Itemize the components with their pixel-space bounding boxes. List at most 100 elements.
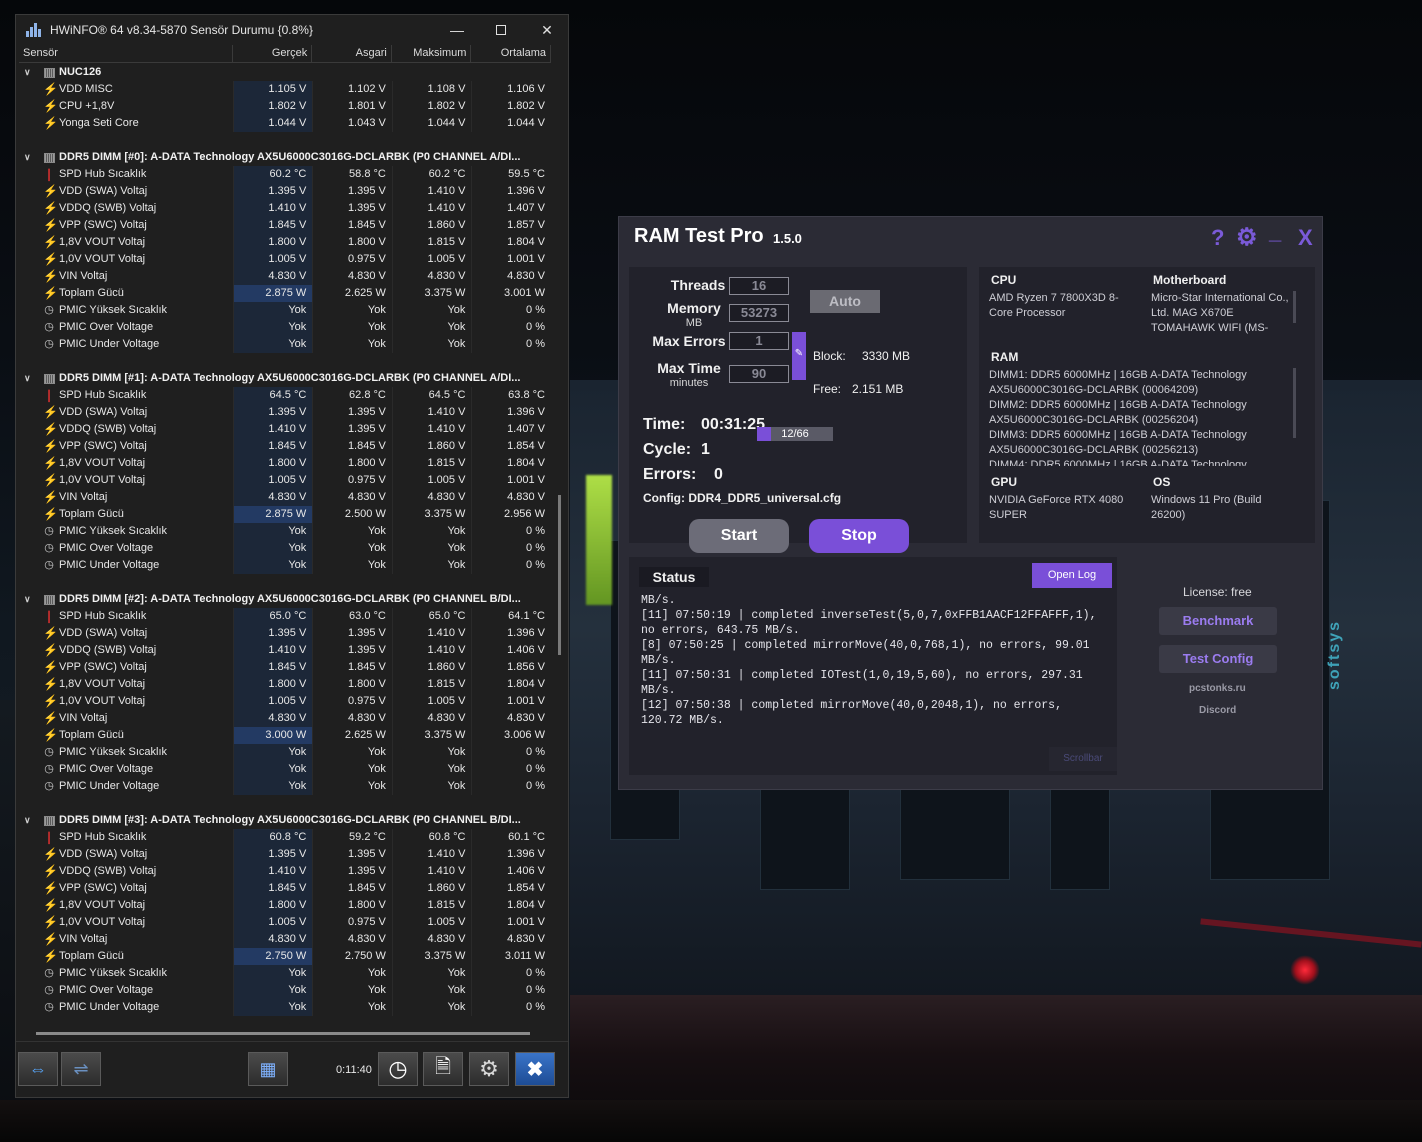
- sensor-row[interactable]: ⚡ 1,8V VOUT Voltaj 1.800 V 1.800 V 1.815 V 1.…: [19, 676, 551, 693]
- sensor-row[interactable]: ⚡ VDDQ (SWB) Voltaj 1.410 V 1.395 V 1.410 V1…: [19, 200, 551, 217]
- max-errors-input[interactable]: 1: [729, 332, 789, 350]
- settings-button[interactable]: ⚙: [469, 1052, 509, 1086]
- sensor-current-value: 1.005 V: [232, 472, 313, 489]
- hwinfo-titlebar[interactable]: HWiNFO® 64 v8.34-5870 Sensör Durumu {0.8…: [16, 15, 568, 45]
- sensor-row[interactable]: ⚡ VPP (SWC) Voltaj 1.845 V 1.845 V 1.860 V 1.…: [19, 880, 551, 897]
- sensor-row[interactable]: ⚡ 1,0V VOUT Voltaj 1.005 V 0.975 V 1.005 V 1.…: [19, 693, 551, 710]
- edit-limits-button[interactable]: ✎: [792, 332, 806, 380]
- sensor-group-row[interactable]: ∨ DDR5 DIMM [#2]: A-DATA Technology AX5U6…: [19, 591, 551, 608]
- gear-icon[interactable]: ⚙: [1236, 223, 1258, 252]
- column-header-maximum[interactable]: Maksimum: [392, 45, 472, 62]
- test-config-button[interactable]: Test Config: [1159, 645, 1277, 673]
- site-link[interactable]: pcstonks.ru: [1189, 683, 1246, 694]
- sensor-row[interactable]: ⚡ Toplam Gücü 2.875 W 2.500 W 3.375 W 2.956 W: [19, 506, 551, 523]
- reset-timer-button[interactable]: ◷: [378, 1052, 418, 1086]
- discord-link[interactable]: Discord: [1199, 705, 1236, 716]
- memory-input[interactable]: 53273: [729, 304, 789, 322]
- sensor-row[interactable]: ◷ PMIC Under Voltage Yok Yok Yok 0 %: [19, 999, 551, 1016]
- column-header-average[interactable]: Ortalama: [471, 45, 551, 62]
- column-header-current[interactable]: Gerçek: [233, 45, 313, 62]
- sensor-row[interactable]: ◷ PMIC Yüksek Sıcaklık Yok Yok Yok 0 %: [19, 744, 551, 761]
- sensor-row[interactable]: ⚡ 1,8V VOUT Voltaj 1.800 V 1.800 V 1.815 V 1.…: [19, 234, 551, 251]
- stop-button[interactable]: Stop: [809, 519, 909, 553]
- sensor-row[interactable]: ❘ SPD Hub Sıcaklık 64.5 °C 62.8 °C 64.5 °C 63…: [19, 387, 551, 404]
- sensor-row[interactable]: ⚡ VDDQ (SWB) Voltaj 1.410 V 1.395 V 1.410 V1…: [19, 421, 551, 438]
- sensor-row[interactable]: ◷ PMIC Over Voltage Yok Yok Yok 0 %: [19, 761, 551, 778]
- sensor-row[interactable]: ⚡ 1,0V VOUT Voltaj 1.005 V 0.975 V 1.005 V 1.…: [19, 251, 551, 268]
- benchmark-button[interactable]: Benchmark: [1159, 607, 1277, 635]
- sensor-row[interactable]: ⚡ VDD (SWA) Voltaj 1.395 V 1.395 V 1.410 V 1.…: [19, 404, 551, 421]
- ram-scrollbar[interactable]: [1293, 368, 1296, 438]
- sensor-row[interactable]: ❘ SPD Hub Sıcaklık 60.2 °C 58.8 °C 60.2 °C 59…: [19, 166, 551, 183]
- close-sensors-button[interactable]: ✖: [515, 1052, 555, 1086]
- sensor-group-row[interactable]: ∨ DDR5 DIMM [#0]: A-DATA Technology AX5U6…: [19, 149, 551, 166]
- maximize-button[interactable]: [478, 15, 524, 45]
- sensor-row[interactable]: ⚡ VPP (SWC) Voltaj 1.845 V 1.845 V 1.860 V 1.…: [19, 659, 551, 676]
- sensor-maximum-value: 4.830 V: [391, 931, 472, 948]
- motherboard-scrollbar[interactable]: [1293, 291, 1296, 323]
- chevron-down-icon[interactable]: ∨: [24, 591, 34, 608]
- collapse-columns-button[interactable]: ⇌: [61, 1052, 101, 1086]
- sensor-row[interactable]: ⚡ VDD MISC 1.105 V 1.102 V 1.108 V 1.106 V: [19, 81, 551, 98]
- close-icon[interactable]: X: [1298, 225, 1313, 251]
- sensor-row[interactable]: ⚡ VIN Voltaj 4.830 V 4.830 V 4.830 V 4.830 V: [19, 268, 551, 285]
- logging-button[interactable]: 🗎: [423, 1052, 463, 1086]
- sensor-row[interactable]: ◷ PMIC Yüksek Sıcaklık Yok Yok Yok 0 %: [19, 965, 551, 982]
- sensor-row[interactable]: ◷ PMIC Yüksek Sıcaklık Yok Yok Yok 0 %: [19, 302, 551, 319]
- chevron-down-icon[interactable]: ∨: [24, 370, 34, 387]
- network-button[interactable]: ▦: [248, 1052, 288, 1086]
- sensor-row[interactable]: ⚡ VDDQ (SWB) Voltaj 1.410 V 1.395 V 1.410 V1…: [19, 863, 551, 880]
- sensor-current-value: 1.410 V: [232, 421, 313, 438]
- sensor-row[interactable]: ❘ SPD Hub Sıcaklık 65.0 °C 63.0 °C 65.0 °C 64…: [19, 608, 551, 625]
- sensor-row[interactable]: ⚡ VDDQ (SWB) Voltaj 1.410 V 1.395 V 1.410 V1…: [19, 642, 551, 659]
- sensor-row[interactable]: ◷ PMIC Over Voltage Yok Yok Yok 0 %: [19, 319, 551, 336]
- close-button[interactable]: ✕: [524, 15, 570, 45]
- max-time-input[interactable]: 90: [729, 365, 789, 383]
- help-icon[interactable]: ?: [1211, 225, 1224, 251]
- threads-input[interactable]: 16: [729, 277, 789, 295]
- sensor-group-row[interactable]: ∨ NUC126: [19, 64, 551, 81]
- sensor-row[interactable]: ⚡ Yonga Seti Core 1.044 V 1.043 V 1.044 V 1.0…: [19, 115, 551, 132]
- log-scrollbar[interactable]: Scrollbar: [1049, 747, 1117, 771]
- sensor-row[interactable]: ⚡ VPP (SWC) Voltaj 1.845 V 1.845 V 1.860 V 1.…: [19, 438, 551, 455]
- minimize-button[interactable]: —: [434, 15, 480, 45]
- sensor-row[interactable]: ⚡ VDD (SWA) Voltaj 1.395 V 1.395 V 1.410 V 1.…: [19, 625, 551, 642]
- sensor-row[interactable]: ⚡ CPU +1,8V 1.802 V 1.801 V 1.802 V 1.802 V: [19, 98, 551, 115]
- sensor-row[interactable]: ◷ PMIC Under Voltage Yok Yok Yok 0 %: [19, 557, 551, 574]
- sensor-row[interactable]: ⚡ Toplam Gücü 2.875 W 2.625 W 3.375 W 3.001 W: [19, 285, 551, 302]
- sensor-row[interactable]: ⚡ 1,8V VOUT Voltaj 1.800 V 1.800 V 1.815 V 1.…: [19, 897, 551, 914]
- chevron-down-icon[interactable]: ∨: [24, 149, 34, 166]
- sensor-row[interactable]: ◷ PMIC Over Voltage Yok Yok Yok 0 %: [19, 982, 551, 999]
- sensor-name: VPP (SWC) Voltaj: [59, 440, 147, 452]
- sensor-row[interactable]: ⚡ VPP (SWC) Voltaj 1.845 V 1.845 V 1.860 V 1.…: [19, 217, 551, 234]
- sensor-row[interactable]: ⚡ Toplam Gücü 2.750 W 2.750 W 3.375 W 3.011 W: [19, 948, 551, 965]
- chevron-down-icon[interactable]: ∨: [24, 812, 34, 829]
- column-header-minimum[interactable]: Asgari: [312, 45, 392, 62]
- sensor-row[interactable]: ⚡ 1,8V VOUT Voltaj 1.800 V 1.800 V 1.815 V 1.…: [19, 455, 551, 472]
- toggle-layout-button[interactable]: ⇔: [18, 1052, 58, 1086]
- sensor-row[interactable]: ◷ PMIC Under Voltage Yok Yok Yok 0 %: [19, 336, 551, 353]
- minimize-icon[interactable]: _: [1269, 219, 1281, 245]
- sensor-row[interactable]: ⚡ Toplam Gücü 3.000 W 2.625 W 3.375 W 3.006 W: [19, 727, 551, 744]
- chevron-down-icon[interactable]: ∨: [24, 64, 34, 81]
- sensor-row[interactable]: ◷ PMIC Under Voltage Yok Yok Yok 0 %: [19, 778, 551, 795]
- open-log-button[interactable]: Open Log: [1032, 563, 1112, 588]
- sensor-row[interactable]: ⚡ VDD (SWA) Voltaj 1.395 V 1.395 V 1.410 V 1.…: [19, 183, 551, 200]
- sensor-row[interactable]: ❘ SPD Hub Sıcaklık 60.8 °C 59.2 °C 60.8 °C 60…: [19, 829, 551, 846]
- sensor-row[interactable]: ⚡ VDD (SWA) Voltaj 1.395 V 1.395 V 1.410 V 1.…: [19, 846, 551, 863]
- sensor-row[interactable]: ◷ PMIC Yüksek Sıcaklık Yok Yok Yok 0 %: [19, 523, 551, 540]
- sensor-row[interactable]: ⚡ 1,0V VOUT Voltaj 1.005 V 0.975 V 1.005 V 1.…: [19, 472, 551, 489]
- sensor-group-row[interactable]: ∨ DDR5 DIMM [#3]: A-DATA Technology AX5U6…: [19, 812, 551, 829]
- auto-button[interactable]: Auto: [810, 290, 880, 313]
- sensor-row[interactable]: ◷ PMIC Over Voltage Yok Yok Yok 0 %: [19, 540, 551, 557]
- sensor-row[interactable]: ⚡ VIN Voltaj 4.830 V 4.830 V 4.830 V 4.830 V: [19, 931, 551, 948]
- sensor-minimum-value: 1.395 V: [312, 421, 392, 438]
- start-button[interactable]: Start: [689, 519, 789, 553]
- column-header-sensor[interactable]: Sensör: [19, 45, 233, 62]
- sensor-group-row[interactable]: ∨ DDR5 DIMM [#1]: A-DATA Technology AX5U6…: [19, 370, 551, 387]
- sensor-row[interactable]: ⚡ VIN Voltaj 4.830 V 4.830 V 4.830 V 4.830 V: [19, 489, 551, 506]
- sensor-row[interactable]: ⚡ VIN Voltaj 4.830 V 4.830 V 4.830 V 4.830 V: [19, 710, 551, 727]
- sensor-row[interactable]: ⚡ 1,0V VOUT Voltaj 1.005 V 0.975 V 1.005 V 1.…: [19, 914, 551, 931]
- sensor-horizontal-scrollbar[interactable]: [36, 1032, 530, 1035]
- sensor-vertical-scrollbar[interactable]: [558, 495, 561, 655]
